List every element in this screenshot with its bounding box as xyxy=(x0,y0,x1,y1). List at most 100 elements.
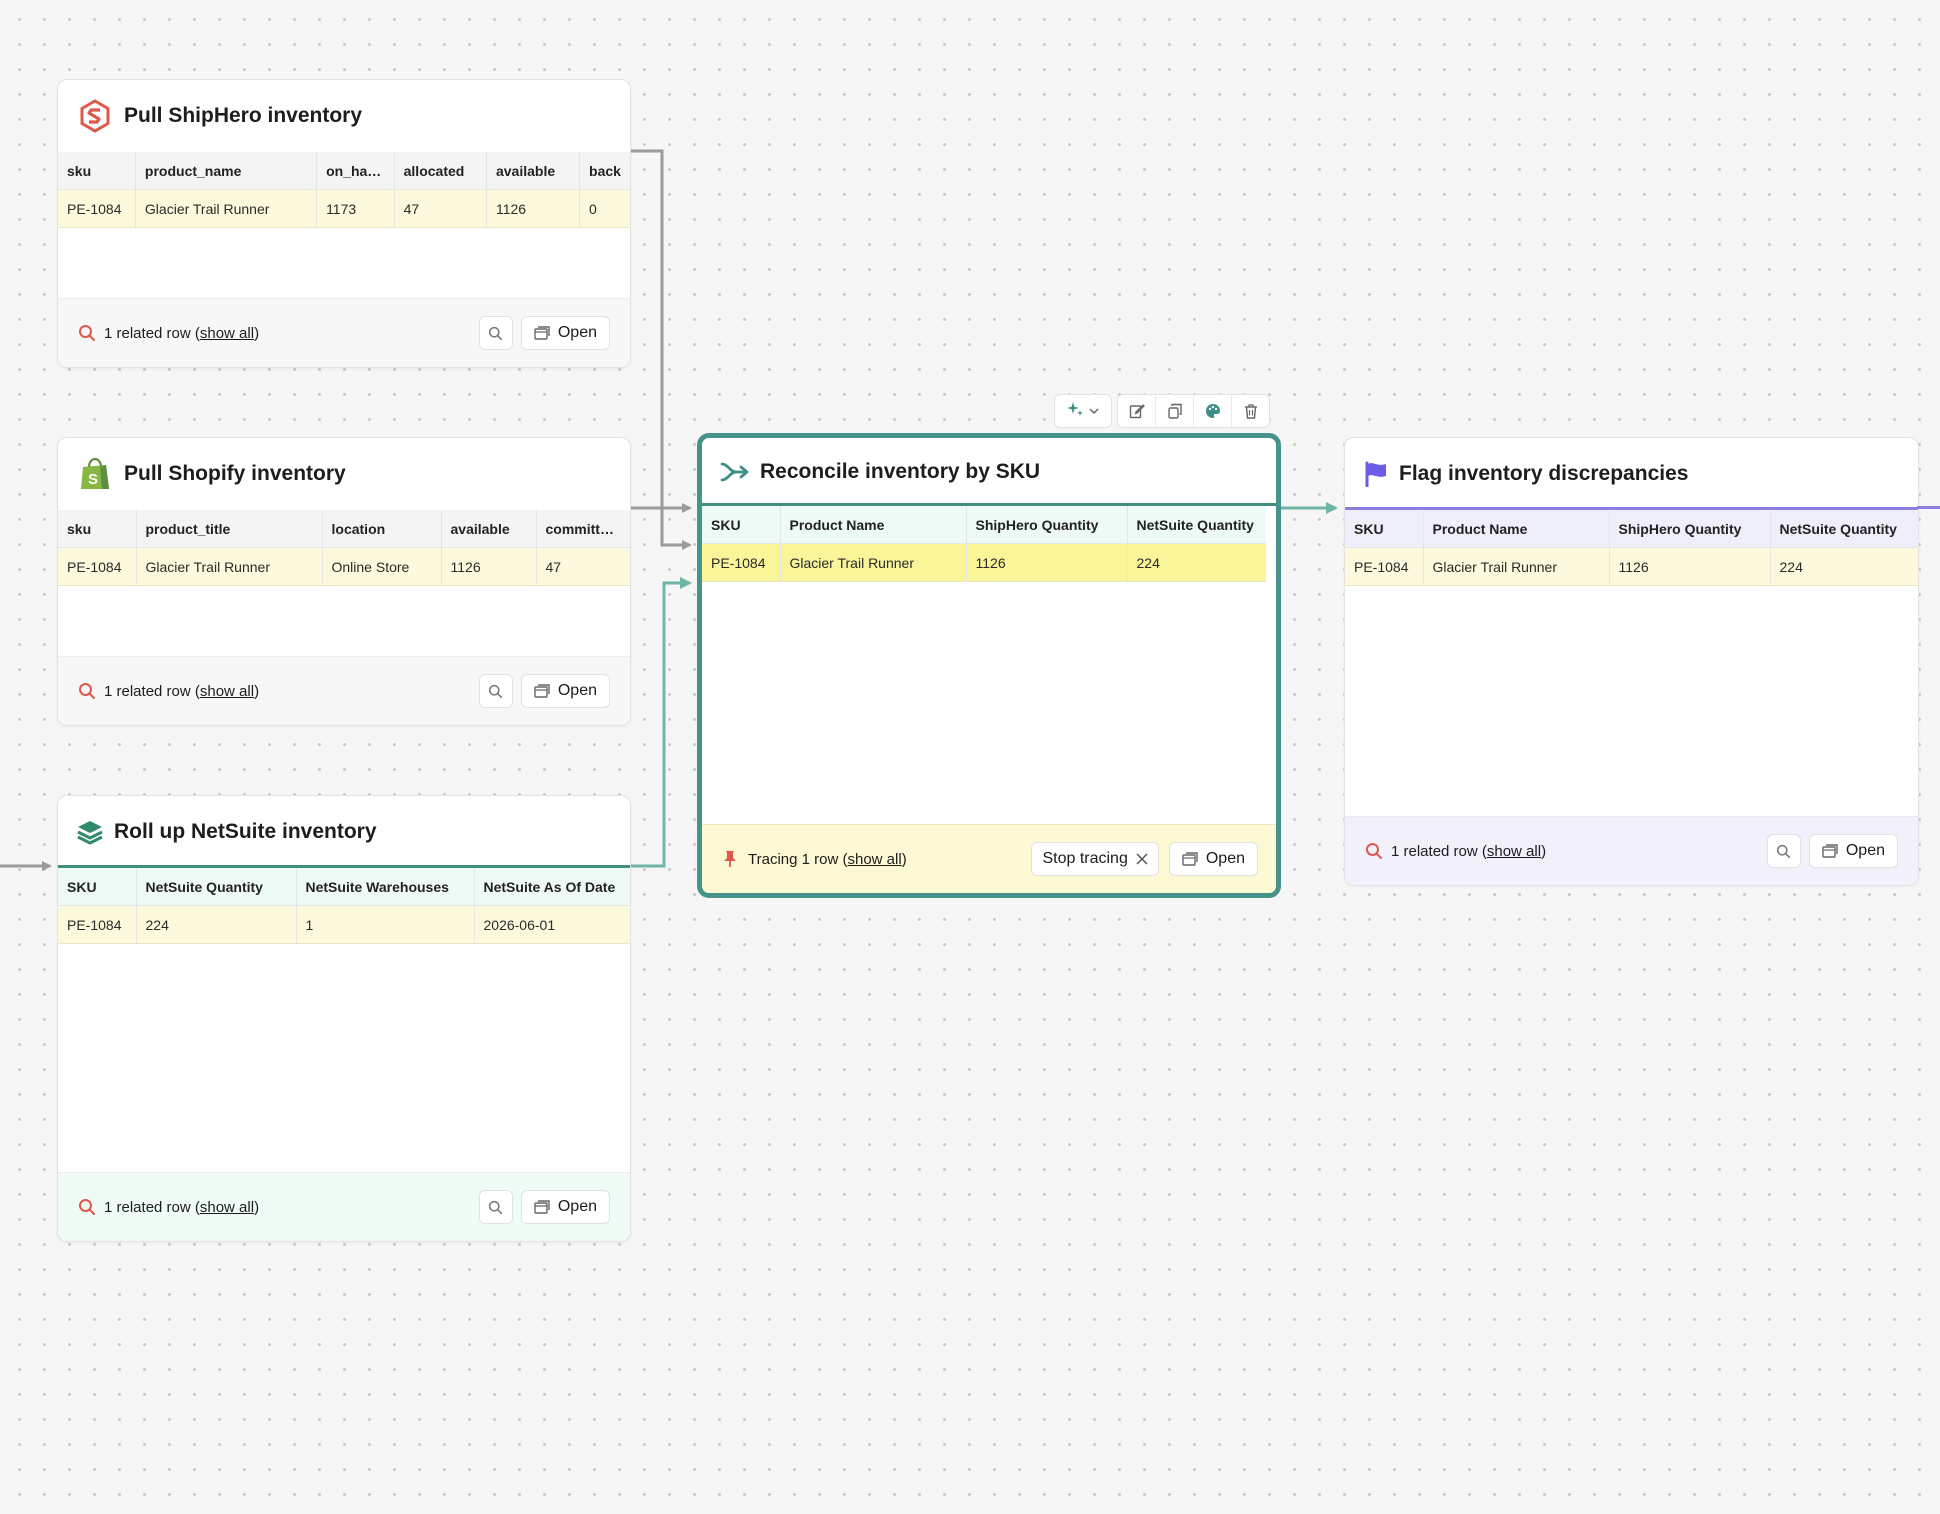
search-button[interactable] xyxy=(478,1190,513,1224)
table-cell: PE-1084 xyxy=(702,543,781,582)
table-cell: 1 xyxy=(296,905,475,944)
shiphero-logo-icon xyxy=(78,99,112,133)
table-cell: 1126 xyxy=(486,189,581,228)
node-pull-shiphero[interactable]: Pull ShipHero inventory sku product_name… xyxy=(57,79,631,368)
table-header-row: sku product_title location available com… xyxy=(58,510,630,548)
column-header[interactable]: Product Name xyxy=(1423,510,1610,548)
open-button[interactable]: Open xyxy=(1168,842,1258,876)
edit-button[interactable] xyxy=(1118,395,1155,427)
show-all-link[interactable]: show all xyxy=(1487,843,1541,860)
node-title: Pull Shopify inventory xyxy=(124,462,346,485)
column-header[interactable]: ShipHero Quantity xyxy=(1609,510,1771,548)
open-button[interactable]: Open xyxy=(520,674,610,708)
table-cell: 1173 xyxy=(316,189,395,228)
column-header[interactable]: on_ha… xyxy=(316,152,395,190)
merge-arrow-icon xyxy=(720,455,750,489)
column-header[interactable]: location xyxy=(322,510,442,548)
node-pull-shopify[interactable]: S Pull Shopify inventory sku product_tit… xyxy=(57,437,631,726)
table-cell: Glacier Trail Runner xyxy=(136,547,323,586)
column-header[interactable]: allocated xyxy=(394,152,487,190)
node-reconcile-inventory[interactable]: Reconcile inventory by SKU SKU Product N… xyxy=(697,433,1281,898)
search-icon xyxy=(489,1200,503,1214)
table-cell: 1126 xyxy=(441,547,537,586)
duplicate-icon xyxy=(1167,403,1182,419)
node-actions-group xyxy=(1117,394,1270,428)
column-header[interactable]: back xyxy=(579,152,630,190)
table-header-row: SKU Product Name ShipHero Quantity NetSu… xyxy=(702,506,1266,544)
column-header[interactable]: product_name xyxy=(135,152,318,190)
related-rows-text: 1 related row (show all) xyxy=(1391,842,1547,860)
chevron-down-icon[interactable] xyxy=(1089,402,1099,420)
search-icon xyxy=(1777,844,1791,858)
column-header[interactable]: sku xyxy=(58,510,137,548)
node-footer: Tracing 1 row (show all) Stop tracing Op… xyxy=(702,824,1276,893)
delete-button[interactable] xyxy=(1231,395,1269,427)
column-header[interactable]: available xyxy=(486,152,581,190)
node-title: Pull ShipHero inventory xyxy=(124,104,363,127)
column-header[interactable]: NetSuite Quantity xyxy=(1127,506,1266,544)
node-header: Reconcile inventory by SKU xyxy=(702,438,1276,506)
table-header-row: SKU Product Name ShipHero Quantity NetSu… xyxy=(1345,510,1918,548)
open-button[interactable]: Open xyxy=(1808,834,1898,868)
stop-tracing-button[interactable]: Stop tracing xyxy=(1031,842,1159,876)
node-flag-discrepancies[interactable]: Flag inventory discrepancies SKU Product… xyxy=(1344,437,1919,886)
node-header: Pull ShipHero inventory xyxy=(58,80,630,152)
stack-layers-icon xyxy=(76,815,104,849)
column-header[interactable]: NetSuite Warehouses xyxy=(296,868,475,906)
table-cell: 47 xyxy=(536,547,630,586)
column-header[interactable]: SKU xyxy=(702,506,781,544)
show-all-link[interactable]: show all xyxy=(847,851,901,868)
table-row[interactable]: PE-1084 Glacier Trail Runner Online Stor… xyxy=(58,547,630,586)
node-rollup-netsuite[interactable]: Roll up NetSuite inventory SKU NetSuite … xyxy=(57,795,631,1242)
column-header[interactable]: Product Name xyxy=(780,506,967,544)
column-header[interactable]: committ… xyxy=(536,510,630,548)
node-title: Roll up NetSuite inventory xyxy=(114,820,377,843)
ai-sparkle-icon[interactable] xyxy=(1067,401,1083,422)
column-header[interactable]: NetSuite Quantity xyxy=(136,868,297,906)
show-all-link[interactable]: show all xyxy=(200,683,254,700)
data-table: sku product_title location available com… xyxy=(58,510,630,586)
open-button[interactable]: Open xyxy=(520,316,610,350)
column-header[interactable]: SKU xyxy=(1345,510,1424,548)
search-button[interactable] xyxy=(478,674,513,708)
column-header[interactable]: NetSuite Quantity xyxy=(1770,510,1918,548)
open-label: Open xyxy=(557,682,597,699)
tracing-text: Tracing 1 row (show all) xyxy=(748,850,907,868)
table-row-traced[interactable]: PE-1084 Glacier Trail Runner 1126 224 xyxy=(702,543,1266,582)
table-row[interactable]: PE-1084 224 1 2026-06-01 xyxy=(58,905,630,944)
table-cell: PE-1084 xyxy=(58,905,137,944)
column-header[interactable]: product_title xyxy=(136,510,323,548)
node-header: S Pull Shopify inventory xyxy=(58,438,630,510)
open-label: Open xyxy=(1845,842,1885,859)
ai-menu-group[interactable] xyxy=(1054,394,1112,428)
search-icon xyxy=(78,324,96,342)
column-header[interactable]: ShipHero Quantity xyxy=(966,506,1128,544)
flag-icon xyxy=(1363,457,1389,491)
open-button[interactable]: Open xyxy=(520,1190,610,1224)
search-button[interactable] xyxy=(1766,834,1801,868)
column-header[interactable]: SKU xyxy=(58,868,137,906)
table-cell: 1126 xyxy=(966,543,1128,582)
node-title: Reconcile inventory by SKU xyxy=(760,460,1041,483)
search-button[interactable] xyxy=(478,316,513,350)
table-header-row: sku product_name on_ha… allocated availa… xyxy=(58,152,630,190)
table-row[interactable]: PE-1084 Glacier Trail Runner 1173 47 112… xyxy=(58,189,630,228)
table-row[interactable]: PE-1084 Glacier Trail Runner 1126 224 xyxy=(1345,547,1918,586)
duplicate-button[interactable] xyxy=(1155,395,1193,427)
edge-flag-outgoing xyxy=(1917,506,1940,509)
data-table: SKU Product Name ShipHero Quantity NetSu… xyxy=(702,506,1266,582)
column-header[interactable]: sku xyxy=(58,152,136,190)
edge-shiphero-to-reconcile xyxy=(629,149,692,550)
table-cell: 2026-06-01 xyxy=(474,905,630,944)
table-cell: 224 xyxy=(1127,543,1266,582)
show-all-link[interactable]: show all xyxy=(200,325,254,342)
search-icon xyxy=(489,326,503,340)
node-footer: 1 related row (show all) Open xyxy=(58,656,630,725)
color-button[interactable] xyxy=(1193,395,1231,427)
column-header[interactable]: available xyxy=(441,510,537,548)
related-rows-text: 1 related row (show all) xyxy=(104,682,260,700)
table-cell: 1126 xyxy=(1609,547,1771,586)
show-all-link[interactable]: show all xyxy=(200,1199,254,1216)
node-header: Roll up NetSuite inventory xyxy=(58,796,630,868)
column-header[interactable]: NetSuite As Of Date xyxy=(474,868,630,906)
